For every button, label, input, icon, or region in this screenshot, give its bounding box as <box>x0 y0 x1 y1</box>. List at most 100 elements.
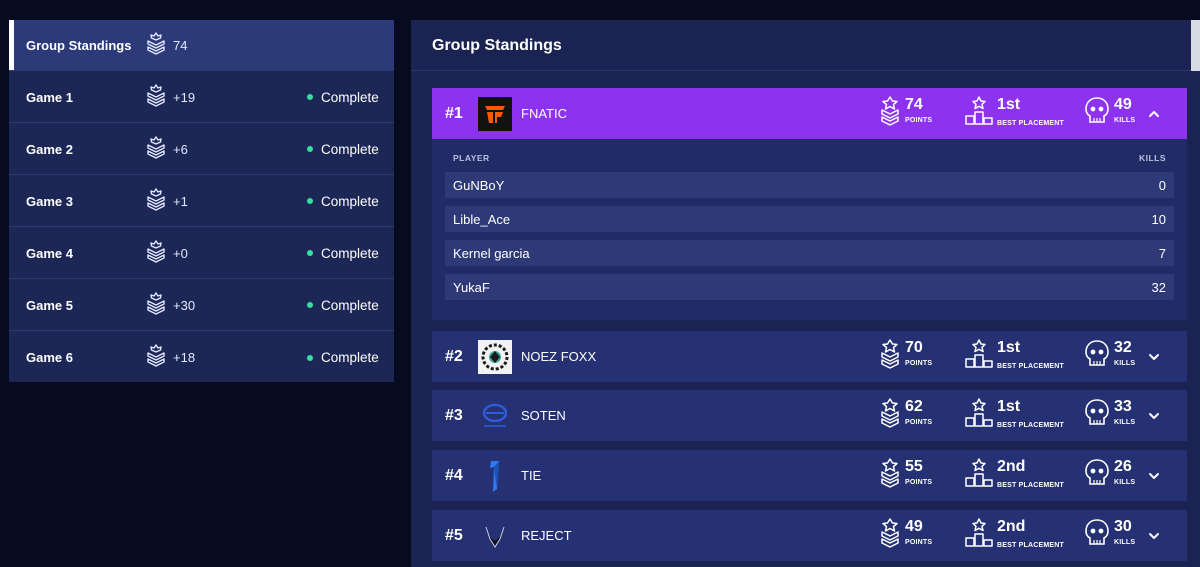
sidebar-item-status: Complete <box>321 193 379 209</box>
standings-panel: Group Standings #1 FNATIC 74 POINTS 1st … <box>411 20 1200 567</box>
points-stat: 62 POINTS <box>880 398 932 434</box>
sidebar-item-group-standings[interactable]: Group Standings 74 <box>9 20 394 71</box>
team-row-fnatic[interactable]: #1 FNATIC 74 POINTS 1st BEST PLACEMENT 4… <box>432 88 1187 139</box>
sidebar-item-label: Game 2 <box>26 141 73 157</box>
kills-stat: 30 KILLS <box>1084 518 1135 554</box>
team-best-placement: 2nd <box>997 458 1026 475</box>
points-chevron-icon <box>881 96 899 126</box>
placement-stat: 1st BEST PLACEMENT <box>964 339 1064 375</box>
player-kills: 7 <box>1158 245 1166 261</box>
best-placement-label: BEST PLACEMENT <box>997 363 1064 370</box>
sidebar-item-points: +0 <box>173 245 188 261</box>
sidebar-item-game-5[interactable]: Game 5 +30 Complete <box>9 280 394 331</box>
status-dot <box>307 354 313 361</box>
podium-icon <box>965 518 993 547</box>
player-kills: 0 <box>1158 177 1166 193</box>
sidebar-item-game-6[interactable]: Game 6 +18 Complete <box>9 332 394 383</box>
kills-stat: 49 KILLS <box>1084 96 1135 132</box>
sidebar-item-points: +1 <box>173 193 188 209</box>
team-name: REJECT <box>521 528 572 543</box>
team-card: #2 NOEZ FOXX 70 POINTS 1st BEST PLACEMEN… <box>432 331 1187 382</box>
player-table: PLAYER KILLS GuNBoY 0 Lible_Ace 10 Kerne… <box>432 139 1187 320</box>
podium-icon <box>965 398 993 427</box>
player-table-header: PLAYER KILLS <box>445 139 1174 172</box>
skull-icon <box>1085 97 1109 123</box>
chevron-down-icon[interactable] <box>1147 350 1161 364</box>
sidebar-item-points: 74 <box>173 37 188 53</box>
chevron-down-icon[interactable] <box>1147 529 1161 543</box>
sidebar-item-label: Game 6 <box>26 350 73 365</box>
sidebar-item-label: Group Standings <box>26 37 132 53</box>
player-column-header: PLAYER <box>453 153 490 163</box>
placement-stat: 1st BEST PLACEMENT <box>964 398 1064 434</box>
team-row-tie[interactable]: #4 TIE 55 POINTS 2nd BEST PLACEMENT 26 K… <box>432 450 1187 501</box>
panel-header: Group Standings <box>411 20 1200 71</box>
reject-logo <box>478 519 512 553</box>
team-card: #3 SOTEN 62 POINTS 1st BEST PLACEMENT 33… <box>432 390 1187 441</box>
kills-label: KILLS <box>1114 117 1136 124</box>
scrollbar[interactable] <box>1191 20 1200 71</box>
team-card: #4 TIE 55 POINTS 2nd BEST PLACEMENT 26 K… <box>432 450 1187 501</box>
points-chevron-icon <box>146 240 166 266</box>
status-dot <box>307 94 313 100</box>
team-row-soten[interactable]: #3 SOTEN 62 POINTS 1st BEST PLACEMENT 33… <box>432 390 1187 441</box>
player-row: Lible_Ace 10 <box>445 206 1174 232</box>
team-name: TIE <box>521 468 542 483</box>
best-placement-label: BEST PLACEMENT <box>997 422 1064 429</box>
best-placement-label: BEST PLACEMENT <box>997 120 1064 127</box>
team-points: 74 <box>905 96 923 113</box>
team-rank: #3 <box>445 406 463 424</box>
status-dot <box>307 302 313 308</box>
sidebar-item-status: Complete <box>321 89 379 105</box>
sidebar-item-game-4[interactable]: Game 4 +0 Complete <box>9 228 394 279</box>
sidebar-item-game-2[interactable]: Game 2 +6 Complete <box>9 124 394 175</box>
team-kills: 26 <box>1114 458 1132 475</box>
team-best-placement: 1st <box>997 398 1021 415</box>
player-name: Lible_Ace <box>453 211 511 227</box>
player-row: YukaF 32 <box>445 274 1174 300</box>
status-dot <box>307 198 313 204</box>
points-chevron-icon <box>146 344 166 370</box>
skull-icon <box>1085 459 1109 485</box>
points-label: POINTS <box>905 117 933 124</box>
points-chevron-icon <box>146 84 166 110</box>
kills-label: KILLS <box>1114 360 1136 367</box>
team-kills: 32 <box>1114 339 1132 356</box>
sidebar-item-points: +19 <box>173 89 196 105</box>
team-points: 49 <box>905 518 923 535</box>
chevron-down-icon[interactable] <box>1147 469 1161 483</box>
points-label: POINTS <box>905 479 933 486</box>
points-label: POINTS <box>905 419 933 426</box>
team-card: #1 FNATIC 74 POINTS 1st BEST PLACEMENT 4… <box>432 88 1187 320</box>
points-label: POINTS <box>905 539 933 546</box>
points-stat: 49 POINTS <box>880 518 932 554</box>
sidebar-item-points: +30 <box>173 297 196 313</box>
skull-icon <box>1085 519 1109 545</box>
skull-icon <box>1085 340 1109 366</box>
player-row: Kernel garcia 7 <box>445 240 1174 266</box>
sidebar-item-game-1[interactable]: Game 1 +19 Complete <box>9 72 394 123</box>
team-row-noez-foxx[interactable]: #2 NOEZ FOXX 70 POINTS 1st BEST PLACEMEN… <box>432 331 1187 382</box>
points-stat: 55 POINTS <box>880 458 932 494</box>
team-row-reject[interactable]: #5 REJECT 49 POINTS 2nd BEST PLACEMENT 3… <box>432 510 1187 561</box>
placement-stat: 1st BEST PLACEMENT <box>964 96 1064 132</box>
points-stat: 70 POINTS <box>880 339 932 375</box>
team-rank: #5 <box>445 526 463 544</box>
team-rank: #1 <box>445 104 463 122</box>
team-kills: 30 <box>1114 518 1132 535</box>
kills-label: KILLS <box>1114 419 1136 426</box>
player-kills: 32 <box>1151 279 1166 295</box>
sidebar-item-status: Complete <box>321 297 379 313</box>
tie-logo <box>478 459 512 493</box>
points-chevron-icon <box>146 188 166 214</box>
podium-icon <box>965 339 993 368</box>
kills-stat: 32 KILLS <box>1084 339 1135 375</box>
placement-stat: 2nd BEST PLACEMENT <box>964 458 1064 494</box>
chevron-down-icon[interactable] <box>1147 409 1161 423</box>
kills-stat: 33 KILLS <box>1084 398 1135 434</box>
sidebar-item-game-3[interactable]: Game 3 +1 Complete <box>9 176 394 227</box>
team-points: 55 <box>905 458 923 475</box>
points-chevron-icon <box>881 518 899 548</box>
chevron-up-icon[interactable] <box>1147 107 1161 121</box>
team-points: 62 <box>905 398 923 415</box>
